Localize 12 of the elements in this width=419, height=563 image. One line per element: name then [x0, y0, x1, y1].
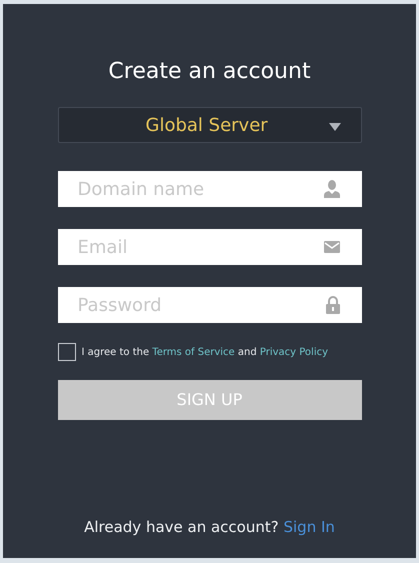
sign-in-link[interactable]: Sign In: [283, 518, 335, 536]
envelope-icon: [324, 241, 340, 253]
caret-icon: [328, 123, 340, 131]
user-icon: [324, 180, 340, 198]
sign-in-prompt: Already have an account? Sign In: [84, 516, 335, 538]
form-title: Create an account: [108, 58, 311, 86]
terms-link[interactable]: Terms of Service: [152, 346, 235, 358]
privacy-link[interactable]: Privacy Policy: [260, 346, 328, 358]
agreement-text: I agree to the Terms of Service and Privacy Policy: [82, 346, 328, 360]
agreement-checkbox[interactable]: [58, 343, 76, 361]
server-dropdown[interactable]: Global Server: [58, 107, 362, 143]
lock-icon: [326, 296, 340, 314]
